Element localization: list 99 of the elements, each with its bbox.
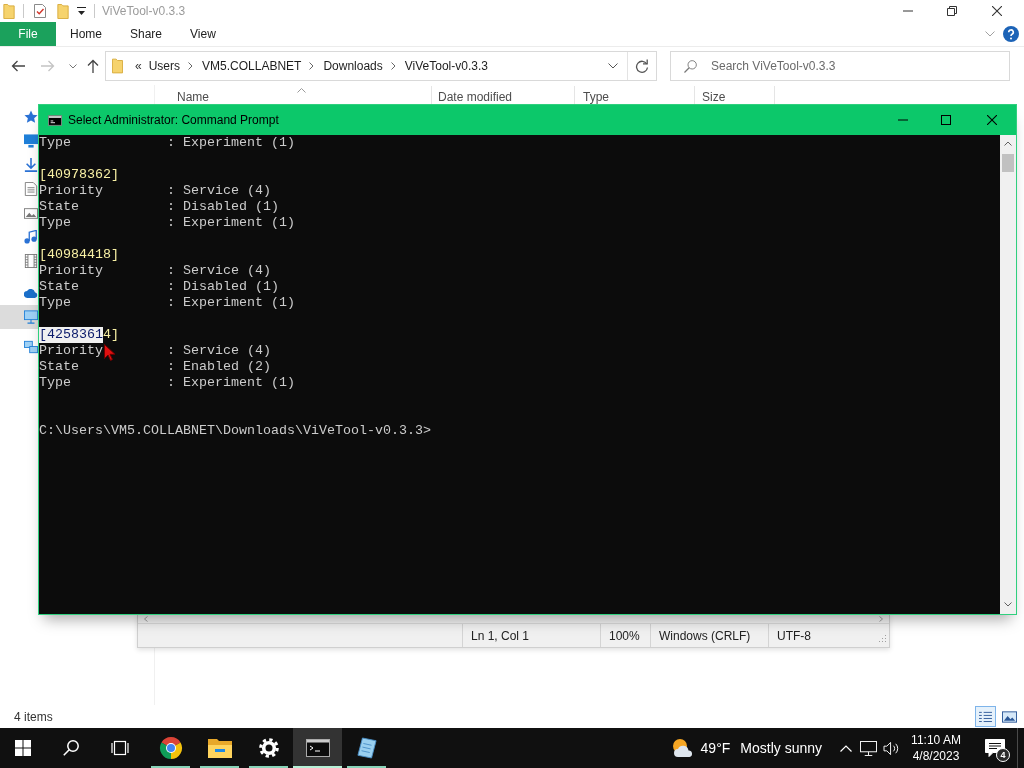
property-name: Type: [39, 295, 71, 311]
property-name: Priority: [39, 343, 103, 359]
window-title: Select Administrator: Command Prompt: [68, 113, 279, 127]
property-value: : Disabled (1): [167, 279, 279, 295]
selected-text: [4258361: [39, 327, 103, 343]
folder-icon: [207, 738, 232, 758]
terminal-icon: [305, 739, 330, 757]
maximize-icon[interactable]: [941, 115, 951, 125]
caret-up-icon[interactable]: [1004, 141, 1012, 146]
sort-caret-icon: [297, 88, 306, 93]
checkmark-document-icon[interactable]: [34, 4, 46, 18]
property-value: : Service (4): [167, 183, 271, 199]
breadcrumb[interactable]: VM5.COLLABNET: [202, 59, 302, 73]
property-name: Type: [39, 215, 71, 231]
film-strip-icon: [24, 254, 38, 268]
clock-time[interactable]: 11:10 AM: [911, 732, 961, 748]
item-count: 4 items: [14, 709, 53, 724]
property-value: : Experiment (1): [167, 375, 295, 391]
gear-icon: [258, 738, 279, 758]
resize-grip-icon[interactable]: [878, 634, 887, 643]
picture-view-icon: [1002, 710, 1017, 723]
chevron-right-icon[interactable]: [390, 62, 396, 70]
property-value: : Service (4): [167, 343, 271, 359]
search-icon: [684, 60, 697, 73]
clock-date[interactable]: 4/8/2023: [912, 748, 960, 764]
document-icon: [24, 182, 38, 196]
window-title: ViVeTool-v0.3.3: [102, 4, 186, 18]
status-text: UTF-8: [777, 628, 811, 643]
property-value: : Experiment (1): [167, 215, 295, 231]
view-button[interactable]: [975, 706, 996, 727]
up-arrow-icon[interactable]: [87, 59, 99, 73]
property-name: State: [39, 279, 79, 295]
status-text: 100%: [609, 628, 640, 643]
speaker-icon[interactable]: [883, 740, 900, 756]
cloud-icon: [24, 288, 38, 298]
breadcrumb[interactable]: ViVeTool-v0.3.3: [404, 59, 488, 73]
property-name: Priority: [39, 263, 103, 279]
search-field[interactable]: Search ViVeTool-v0.3.3: [670, 51, 1010, 81]
computer-icon: [24, 310, 38, 324]
status-text: Ln 1, Col 1: [471, 628, 530, 643]
network-icon: [24, 340, 38, 354]
close-icon[interactable]: [987, 115, 997, 125]
terminal-icon: [48, 114, 62, 126]
help-icon[interactable]: [1003, 26, 1019, 42]
close-icon[interactable]: [992, 6, 1002, 16]
monitor-icon: [24, 134, 38, 148]
chevron-down-icon[interactable]: [608, 63, 618, 69]
refresh-icon[interactable]: [635, 59, 649, 73]
ribbon-tab[interactable]: Home: [56, 22, 116, 46]
property-value: : Experiment (1): [167, 135, 295, 151]
dropdown-icon[interactable]: [77, 6, 86, 16]
property-value: : Experiment (1): [167, 295, 295, 311]
list-view-icon: [978, 710, 993, 723]
star-icon: [24, 110, 38, 124]
restore-icon[interactable]: [947, 6, 957, 16]
property-name: State: [39, 199, 79, 215]
notification-badge: 4: [996, 748, 1010, 762]
command-prompt: C:\Users\VM5.COLLABNET\Downloads\ViVeTool-v0.3.3>: [39, 423, 431, 439]
property-name: Type: [39, 135, 71, 151]
picture-icon: [24, 207, 38, 219]
property-value: : Service (4): [167, 263, 271, 279]
search-icon[interactable]: [63, 740, 79, 756]
caret-down-icon[interactable]: [1004, 602, 1012, 607]
property-name: Type: [39, 375, 71, 391]
scrollbar[interactable]: [1000, 135, 1016, 614]
weather-temperature[interactable]: 49°F: [700, 740, 731, 756]
chevron-right-icon[interactable]: [309, 62, 315, 70]
windows-logo-icon[interactable]: [15, 740, 31, 756]
breadcrumb[interactable]: Users: [148, 59, 181, 73]
browser-icon: [158, 736, 183, 760]
property-value: : Disabled (1): [167, 199, 279, 215]
feature-id: 4]: [103, 327, 119, 343]
feature-id: [40984418]: [39, 247, 119, 263]
ribbon-tab[interactable]: View: [176, 22, 230, 46]
folder-icon: [3, 3, 15, 19]
feature-id: [40978362]: [39, 167, 119, 183]
ribbon-tab[interactable]: Share: [116, 22, 177, 46]
network-icon[interactable]: [860, 740, 877, 756]
folder-icon: [112, 58, 123, 74]
chevron-down-icon[interactable]: [69, 63, 77, 69]
chevron-up-icon[interactable]: [840, 744, 852, 752]
weather-condition[interactable]: Mostly sunny: [740, 740, 822, 756]
back-arrow-icon[interactable]: [11, 60, 25, 72]
nav-item[interactable]: [0, 305, 38, 329]
status-text: Windows (CRLF): [659, 628, 751, 643]
breadcrumb[interactable]: Downloads: [323, 59, 383, 73]
music-note-icon: [24, 230, 38, 244]
address-bar[interactable]: « Users VM5.COLLABNET Downloads ViVeTool-v0.3.3: [105, 51, 657, 81]
scrollbar-thumb[interactable]: [1002, 154, 1014, 172]
property-name: State: [39, 359, 79, 375]
chevron-right-icon[interactable]: [188, 62, 194, 70]
taskbar-button[interactable]: [293, 728, 342, 768]
property-name: Priority: [39, 183, 103, 199]
property-value: : Enabled (2): [167, 359, 271, 375]
mouse-pointer-icon: [104, 344, 116, 361]
notepad-icon: [356, 737, 377, 759]
task-view-icon[interactable]: [111, 740, 129, 756]
down-arrow-icon: [24, 158, 38, 172]
address-overflow-button[interactable]: «: [135, 59, 142, 73]
